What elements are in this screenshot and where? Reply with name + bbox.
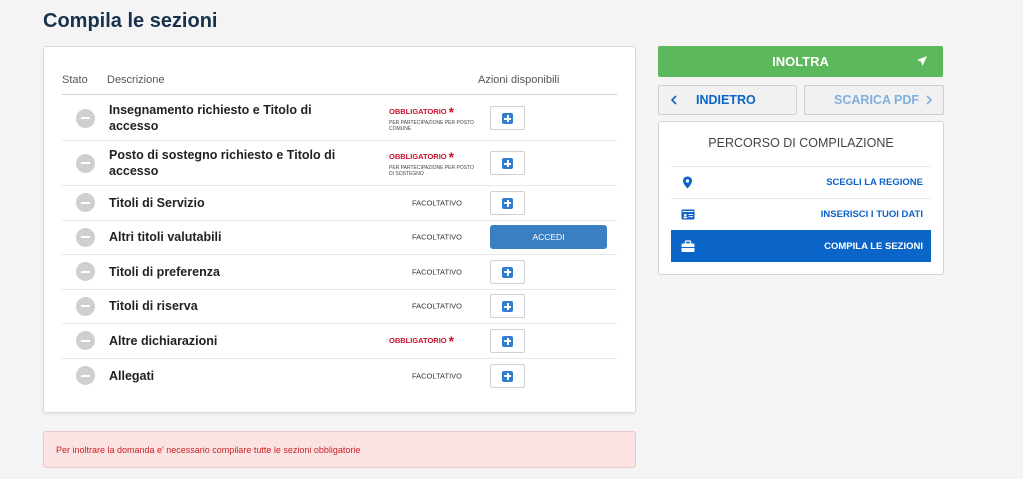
section-description: Posto di sostegno richiesto e Titolo di … [109,148,336,178]
map-pin-icon [681,176,694,189]
send-plane-icon [916,46,928,77]
plus-square-icon [502,113,513,124]
step-label: COMPILA LE SEZIONI [824,241,923,252]
header-azioni: Azioni disponibili [478,74,560,86]
briefcase-icon [681,240,695,253]
add-section-button[interactable] [490,106,525,130]
sections-list: Insegnamento richiesto e Titolo di acces… [62,96,617,393]
requirement-label: OBBLIGATORIO [389,335,447,345]
table-row: Allegati FACOLTATIVO [62,359,617,394]
requirement-badge: OBBLIGATORIO * [389,333,479,349]
table-row: Titoli di Servizio FACOLTATIVO [62,186,617,221]
table-row: Titoli di riserva FACOLTATIVO [62,290,617,324]
requirement-label: FACOLTATIVO [411,301,462,311]
plus-square-icon [502,158,513,169]
section-description: Altre dichiarazioni [109,333,218,348]
required-asterisk-icon: * [448,104,455,120]
page-title: Compila le sezioni [43,10,218,32]
table-row: Altri titoli valutabili FACOLTATIVO ACCE… [62,221,617,255]
requirement-label: OBBLIGATORIO [389,107,447,116]
requirement-badge: OBBLIGATORIO * PER PARTECIPAZIONE PER POS… [389,149,479,177]
header-descrizione: Descrizione [107,74,165,86]
plus-square-icon [502,335,513,347]
status-icon [76,227,95,247]
plus-square-icon [502,370,513,382]
status-icon [76,153,95,173]
add-section-button[interactable] [490,363,525,388]
table-row: Posto di sostegno richiesto e Titolo di … [62,141,617,186]
section-description: Altri titoli valutabili [109,230,222,245]
requirement-label: FACOLTATIVO [411,198,462,208]
plus-square-icon [502,197,513,209]
section-description: Titoli di preferenza [109,264,220,279]
inoltra-button[interactable]: INOLTRA [658,46,943,77]
add-section-button[interactable] [490,190,525,215]
add-section-button[interactable] [490,259,525,284]
header-stato: Stato [62,74,88,86]
table-row: Altre dichiarazioni OBBLIGATORIO * [62,324,617,359]
step-compila-sezioni[interactable]: COMPILA LE SEZIONI [671,230,931,262]
requirement-label: FACOLTATIVO [411,267,462,277]
add-section-button[interactable] [490,328,525,353]
section-description: Titoli di riserva [109,299,198,314]
add-section-button[interactable] [490,294,525,319]
plus-square-icon [502,266,513,278]
requirement-badge: OBBLIGATORIO * PER PARTECIPAZIONE PER POS… [389,104,479,132]
inoltra-label: INOLTRA [772,54,829,69]
requirement-label: OBBLIGATORIO [389,152,447,161]
step-label: SCEGLI LA REGIONE [826,177,923,188]
status-icon [76,366,95,386]
accedi-button[interactable]: ACCEDI [490,225,607,250]
chevron-right-icon [925,86,933,114]
sections-card: Stato Descrizione Azioni disponibili Ins… [43,46,636,413]
chevron-left-icon [670,86,678,114]
table-row: Titoli di preferenza FACOLTATIVO [62,255,617,290]
requirement-label: FACOLTATIVO [411,232,462,242]
section-description: Titoli di Servizio [109,195,205,210]
required-asterisk-icon: * [448,149,455,165]
scarica-pdf-button[interactable]: SCARICA PDF [804,85,944,115]
status-icon [76,331,95,351]
status-icon [76,262,95,282]
requirement-label: FACOLTATIVO [411,371,462,381]
status-icon [76,193,95,213]
requirement-note: PER PARTECIPAZIONE PER POSTO COMUNE [389,120,474,132]
indietro-label: INDIETRO [696,93,756,107]
step-label: INSERISCI I TUOI DATI [820,209,923,220]
percorso-title: PERCORSO DI COMPILAZIONE [708,136,894,150]
table-header: Stato Descrizione Azioni disponibili [44,47,635,97]
step-inserisci-dati[interactable]: INSERISCI I TUOI DATI [671,198,931,230]
status-icon [76,108,95,128]
plus-square-icon [502,301,513,313]
scarica-pdf-label: SCARICA PDF [834,93,919,107]
section-description: Allegati [109,368,155,383]
header-divider [62,94,617,95]
table-row: Insegnamento richiesto e Titolo di acces… [62,96,617,141]
alert-message: Per inoltrare la domanda e' necessario c… [43,431,636,468]
requirement-note: PER PARTECIPAZIONE PER POSTO DI SOSTEGNO [389,165,474,177]
percorso-panel: PERCORSO DI COMPILAZIONE SCEGLI LA REGIO… [658,121,944,275]
required-asterisk-icon: * [448,332,455,349]
add-section-button[interactable] [490,151,525,175]
status-icon [76,296,95,316]
id-card-icon [681,208,695,221]
indietro-button[interactable]: INDIETRO [658,85,797,115]
section-description: Insegnamento richiesto e Titolo di acces… [109,103,312,133]
step-scegli-regione[interactable]: SCEGLI LA REGIONE [671,166,931,198]
